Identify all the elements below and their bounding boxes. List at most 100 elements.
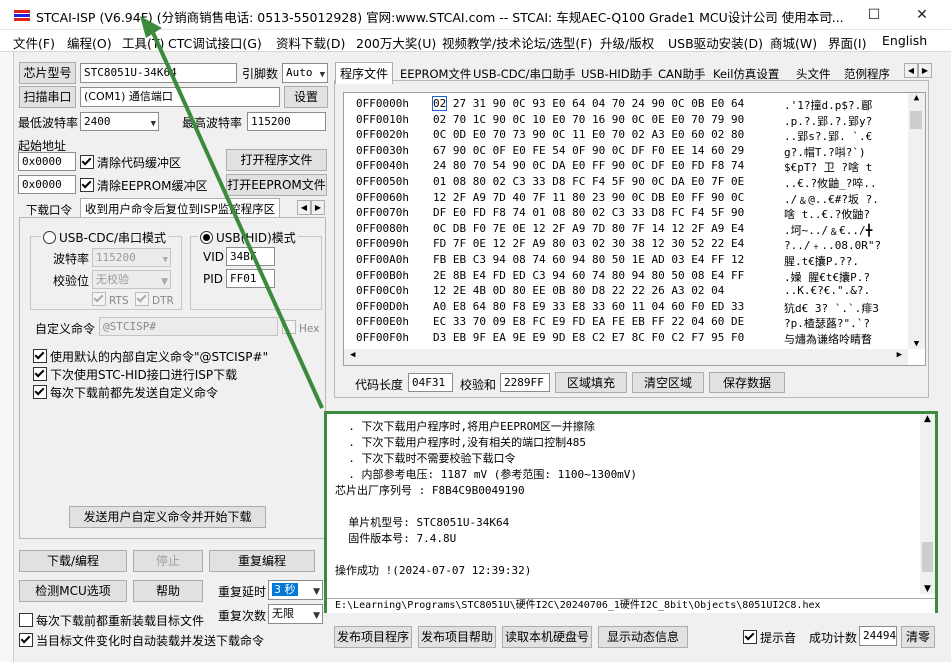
- reload-before-download-checkbox[interactable]: 每次下载前都重新装载目标文件: [19, 612, 204, 629]
- hex-bytes[interactable]: 12 2F A9 7D 40 7F 11 80 23 90 0C DB E0 F…: [433, 191, 744, 204]
- save-data-button[interactable]: 保存数据: [709, 372, 785, 393]
- hex-bytes[interactable]: 02 27 31 90 0C 93 E0 64 04 70 24 90 0C 0…: [431, 96, 744, 111]
- min-baud-select[interactable]: 2400 ▼: [80, 112, 159, 131]
- hex-vertical-scrollbar[interactable]: ▲ ▼: [908, 93, 925, 349]
- show-dynamic-info-button[interactable]: 显示动态信息: [598, 626, 688, 648]
- close-button[interactable]: ✕: [902, 4, 942, 26]
- rts-checkbox[interactable]: RTS: [92, 292, 129, 307]
- menu-tools[interactable]: 工具(T): [122, 33, 164, 52]
- usb-hid-radio[interactable]: USB(HID)模式: [198, 229, 298, 246]
- scroll-down-icon[interactable]: ▼: [908, 339, 925, 349]
- use-default-command-checkbox[interactable]: 使用默认的内部自定义命令"@STCISP#": [33, 348, 268, 365]
- menu-english[interactable]: English: [882, 33, 927, 48]
- maximize-button[interactable]: ☐: [854, 4, 894, 26]
- hex-bytes[interactable]: FB EB C3 94 08 74 60 94 80 50 1E AD 03 E…: [433, 253, 744, 266]
- publish-program-button[interactable]: 发布项目程序: [334, 626, 412, 648]
- repeat-delay-select[interactable]: 3 秒 ▼: [268, 580, 323, 600]
- menu-prize[interactable]: 200万大奖(U): [356, 33, 436, 52]
- clear-eeprom-checkbox[interactable]: 清除EEPROM缓冲区: [80, 177, 208, 194]
- tab-keil-settings[interactable]: Keil仿真设置: [709, 64, 783, 84]
- custom-command-field[interactable]: @STCISP#: [99, 317, 278, 336]
- max-baud-field[interactable]: 115200: [247, 112, 326, 131]
- hex-horizontal-scrollbar[interactable]: ◀ ▶: [344, 349, 908, 365]
- help-button[interactable]: 帮助: [133, 580, 203, 602]
- tab-header-files[interactable]: 头文件: [792, 64, 835, 84]
- menu-downloads[interactable]: 资料下载(D): [276, 33, 345, 52]
- hex-bytes[interactable]: 24 80 70 54 90 0C DA E0 FF 90 0C DF E0 F…: [433, 159, 744, 172]
- scroll-right-icon[interactable]: ▶: [897, 350, 902, 360]
- settings-button[interactable]: 设置: [284, 86, 328, 108]
- menu-upgrade[interactable]: 升级/版权: [600, 33, 654, 52]
- tab-scroll-right-icon[interactable]: ▶: [311, 200, 325, 215]
- hex-bytes[interactable]: 2E 8B E4 FD ED C3 94 60 74 80 94 80 50 0…: [433, 269, 744, 282]
- hex-bytes[interactable]: A0 E8 64 80 F8 E9 33 E8 33 60 11 04 60 F…: [433, 300, 744, 313]
- hex-bytes[interactable]: 67 90 0C 0F E0 FE 54 0F 90 0C DF F0 EE 1…: [433, 144, 744, 157]
- stop-button[interactable]: 停止: [133, 550, 203, 572]
- pin-count-select[interactable]: Auto ▼: [282, 63, 328, 83]
- log-vertical-scrollbar[interactable]: ▲ ▼: [920, 414, 935, 594]
- menu-shop[interactable]: 商城(W): [770, 33, 817, 52]
- hex-bytes[interactable]: 12 2E 4B 0D 80 EE 0B 80 D8 22 22 26 A3 0…: [433, 284, 724, 297]
- hex-bytes[interactable]: 0C 0D E0 70 73 90 0C 11 E0 70 02 A3 E0 6…: [433, 128, 744, 141]
- menu-video[interactable]: 视频教学/技术论坛/选型(F): [442, 33, 592, 52]
- tab-eeprom-file[interactable]: EEPROM文件: [396, 64, 475, 84]
- hex-checkbox[interactable]: Hex: [282, 320, 319, 335]
- open-program-file-button[interactable]: 打开程序文件: [226, 149, 327, 171]
- menu-file[interactable]: 文件(F): [13, 33, 55, 52]
- hex-bytes[interactable]: DF E0 FD F8 74 01 08 80 02 C3 33 D8 FC F…: [433, 206, 744, 219]
- scroll-thumb[interactable]: [910, 111, 922, 129]
- hex-bytes[interactable]: EC 33 70 09 E8 FC E9 FD EA FE EB FF 22 0…: [433, 315, 744, 328]
- scan-port-button[interactable]: 扫描串口: [19, 86, 76, 108]
- clear-code-checkbox[interactable]: 清除代码缓冲区: [80, 154, 181, 171]
- dtr-checkbox[interactable]: DTR: [135, 292, 174, 307]
- code-address-field[interactable]: 0x0000: [18, 152, 76, 171]
- area-fill-button[interactable]: 区域填充: [555, 372, 627, 393]
- send-custom-command-button[interactable]: 发送用户自定义命令并开始下载: [69, 506, 266, 528]
- hex-bytes[interactable]: 01 08 80 02 C3 33 D8 FC F4 5F 90 0C DA E…: [433, 175, 744, 188]
- eeprom-address-field[interactable]: 0x0000: [18, 175, 76, 194]
- hex-editor[interactable]: 0FF0000h 02 27 31 90 0C 93 E0 64 04 70 24…: [343, 92, 926, 366]
- hex-bytes[interactable]: D3 EB 9F EA 9E E9 9D E8 C2 E7 8C F0 C2 F…: [433, 331, 744, 344]
- minimize-button[interactable]: —: [806, 4, 846, 26]
- menu-program[interactable]: 编程(O): [67, 33, 112, 52]
- pid-field[interactable]: FF01: [226, 269, 275, 288]
- clear-count-button[interactable]: 清零: [901, 626, 935, 648]
- tab-usb-cdc-helper[interactable]: USB-CDC/串口助手: [469, 64, 580, 84]
- check-mcu-options-button[interactable]: 检测MCU选项: [19, 580, 127, 602]
- baud-select[interactable]: 115200 ▼: [92, 248, 171, 267]
- send-before-download-checkbox[interactable]: 每次下载前都先发送自定义命令: [33, 384, 218, 401]
- chip-type-button[interactable]: 芯片型号: [19, 62, 76, 84]
- open-eeprom-file-button[interactable]: 打开EEPROM文件: [226, 174, 327, 196]
- tab-scroll-left-icon[interactable]: ◀: [297, 200, 311, 215]
- menu-ctc-debug[interactable]: CTC调试接口(G): [168, 33, 262, 52]
- scroll-up-icon[interactable]: ▲: [908, 93, 925, 103]
- download-program-button[interactable]: 下载/编程: [19, 550, 127, 572]
- repeat-program-button[interactable]: 重复编程: [209, 550, 315, 572]
- parity-select[interactable]: 无校验 ▼: [92, 270, 171, 289]
- chip-type-field[interactable]: STC8051U-34K64: [80, 63, 237, 83]
- use-hid-next-checkbox[interactable]: 下次使用STC-HID接口进行ISP下载: [33, 366, 237, 383]
- tab-example-programs[interactable]: 范例程序: [840, 64, 894, 84]
- clear-area-button[interactable]: 清空区域: [632, 372, 704, 393]
- tab-scroll-right-icon[interactable]: ▶: [918, 63, 932, 78]
- port-field[interactable]: (COM1) 通信端口: [80, 87, 280, 107]
- tab-scroll-left-icon[interactable]: ◀: [904, 63, 918, 78]
- menu-usb-driver[interactable]: USB驱动安装(D): [668, 33, 763, 52]
- hex-bytes[interactable]: 02 70 1C 90 0C 10 E0 70 16 90 0C 0E E0 7…: [433, 113, 744, 126]
- publish-help-button[interactable]: 发布项目帮助: [418, 626, 496, 648]
- repeat-count-select[interactable]: 无限 ▼: [268, 604, 323, 624]
- hex-bytes[interactable]: 0C DB F0 7E 0E 12 2F A9 7D 80 7F 14 12 2…: [433, 222, 744, 235]
- scroll-left-icon[interactable]: ◀: [350, 350, 355, 360]
- usb-cdc-radio[interactable]: USB-CDC/串口模式: [41, 229, 169, 246]
- scroll-up-icon[interactable]: ▲: [920, 414, 935, 424]
- menu-interface[interactable]: 界面(I): [828, 33, 866, 52]
- hex-bytes[interactable]: FD 7F 0E 12 2F A9 80 03 02 30 38 12 30 5…: [433, 237, 744, 250]
- beep-checkbox[interactable]: 提示音: [743, 629, 796, 646]
- tab-can-helper[interactable]: CAN助手: [654, 64, 710, 84]
- tab-usb-hid-helper[interactable]: USB-HID助手: [577, 64, 657, 84]
- scroll-thumb[interactable]: [922, 542, 933, 572]
- auto-reload-checkbox[interactable]: 当目标文件变化时自动装载并发送下载命令: [19, 632, 264, 649]
- subtab-isp-monitor[interactable]: 收到用户命令后复位到ISP监控程序区: [80, 198, 281, 219]
- tab-program-file[interactable]: 程序文件: [335, 62, 394, 84]
- hex-cursor[interactable]: 02: [431, 96, 448, 111]
